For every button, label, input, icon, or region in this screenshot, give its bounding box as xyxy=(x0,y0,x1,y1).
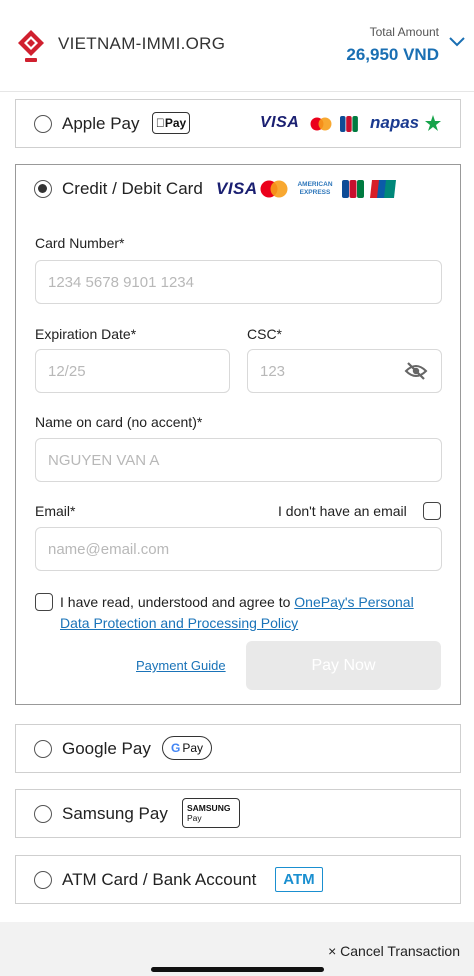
card-number-input[interactable]: 1234 5678 9101 1234 xyxy=(35,260,442,304)
google-pay-radio[interactable] xyxy=(34,740,52,758)
visa-logo: VISA xyxy=(260,114,300,131)
site-name: VIETNAM-IMMI.ORG xyxy=(58,34,226,53)
total-amount-label: Total Amount xyxy=(369,25,439,39)
vietnam-immi-logo xyxy=(18,30,44,62)
cancel-transaction-link[interactable]: × Cancel Transaction xyxy=(328,943,460,959)
eye-off-icon[interactable] xyxy=(404,362,428,380)
napas-star-icon xyxy=(425,115,441,131)
header: VIETNAM-IMMI.ORG Total Amount 26,950 VND xyxy=(0,0,474,92)
payment-guide-link[interactable]: Payment Guide xyxy=(136,658,226,673)
name-on-card-input[interactable]: NGUYEN VAN A xyxy=(35,438,442,482)
expiration-date-input[interactable]: 12/25 xyxy=(35,349,230,393)
atm-label: ATM Card / Bank Account xyxy=(62,870,257,889)
agree-text: I have read, understood and agree to One… xyxy=(60,592,445,634)
csc-label: CSC* xyxy=(247,326,283,342)
mastercard-logo xyxy=(310,117,332,131)
apple-pay-badge: Pay xyxy=(152,112,190,134)
samsung-pay-option[interactable]: Samsung Pay SAMSUNG Pay xyxy=(15,789,461,838)
jcb-logo xyxy=(342,180,364,198)
email-input[interactable]: name@email.com xyxy=(35,527,442,571)
napas-logo: napas xyxy=(370,113,420,132)
csc-placeholder: 123 xyxy=(260,362,286,380)
email-label: Email* xyxy=(35,503,76,519)
samsung-pay-label: Samsung Pay xyxy=(62,804,168,823)
samsung-badge-top: SAMSUNG xyxy=(187,803,231,813)
expiration-date-label: Expiration Date* xyxy=(35,326,137,342)
pay-now-button[interactable]: Pay Now xyxy=(246,641,441,690)
apple-pay-label: Apple Pay xyxy=(62,114,140,133)
home-indicator xyxy=(151,967,324,972)
unionpay-logo xyxy=(370,180,396,198)
atm-option[interactable]: ATM Card / Bank Account ATM xyxy=(15,855,461,904)
google-pay-badge: G Pay xyxy=(162,736,212,760)
google-pay-option[interactable]: Google Pay G Pay xyxy=(15,724,461,773)
mastercard-logo xyxy=(260,180,288,198)
no-email-label: I don't have an email xyxy=(278,503,407,519)
no-email-checkbox[interactable] xyxy=(423,502,441,520)
chevron-down-icon[interactable] xyxy=(448,36,466,48)
apple-pay-radio[interactable] xyxy=(34,115,52,133)
samsung-pay-badge: SAMSUNG Pay xyxy=(182,798,240,828)
total-amount-value: 26,950 VND xyxy=(346,45,439,64)
google-pay-label: Google Pay xyxy=(62,739,151,758)
jcb-logo xyxy=(340,116,358,132)
card-radio[interactable] xyxy=(34,180,52,198)
atm-radio[interactable] xyxy=(34,871,52,889)
amex-logo: AMERICAN EXPRESS xyxy=(294,181,336,197)
samsung-pay-radio[interactable] xyxy=(34,805,52,823)
atm-badge: ATM xyxy=(275,867,323,892)
agree-text-prefix: I have read, understood and agree to xyxy=(60,594,295,610)
visa-logo: VISA xyxy=(216,179,258,198)
card-number-label: Card Number* xyxy=(35,235,125,251)
card-label: Credit / Debit Card xyxy=(62,179,203,198)
samsung-badge-bottom: Pay xyxy=(187,813,202,823)
google-g-icon: G xyxy=(170,741,181,755)
agree-checkbox[interactable] xyxy=(35,593,53,611)
google-pay-badge-text: Pay xyxy=(182,741,204,755)
apple-pay-option[interactable]: Apple Pay Pay VISA napas xyxy=(15,99,461,148)
name-on-card-label: Name on card (no accent)* xyxy=(35,414,203,430)
